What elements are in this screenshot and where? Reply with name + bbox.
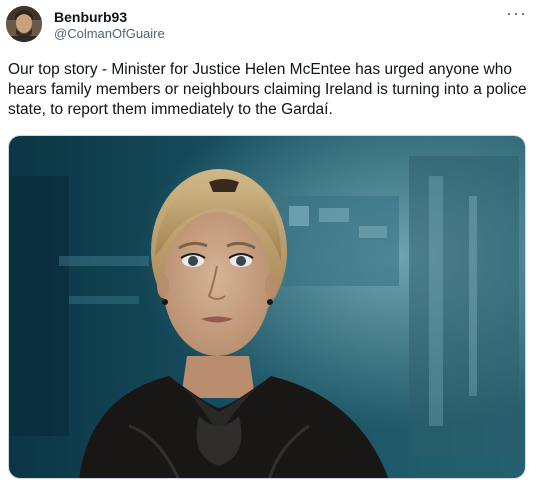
tweet: Benburb93 @ColmanOfGuaire ··· Our top st… [0, 0, 539, 487]
tweet-text: Our top story - Minister for Justice Hel… [8, 61, 527, 118]
avatar-image [6, 6, 42, 42]
author-name[interactable]: Benburb93 [54, 9, 127, 25]
news-presenter-photo [9, 136, 525, 478]
avatar[interactable] [6, 6, 42, 42]
more-horizontal-icon[interactable]: ··· [506, 4, 527, 22]
tweet-media[interactable] [8, 135, 526, 479]
author-handle[interactable]: @ColmanOfGuaire [54, 26, 165, 41]
